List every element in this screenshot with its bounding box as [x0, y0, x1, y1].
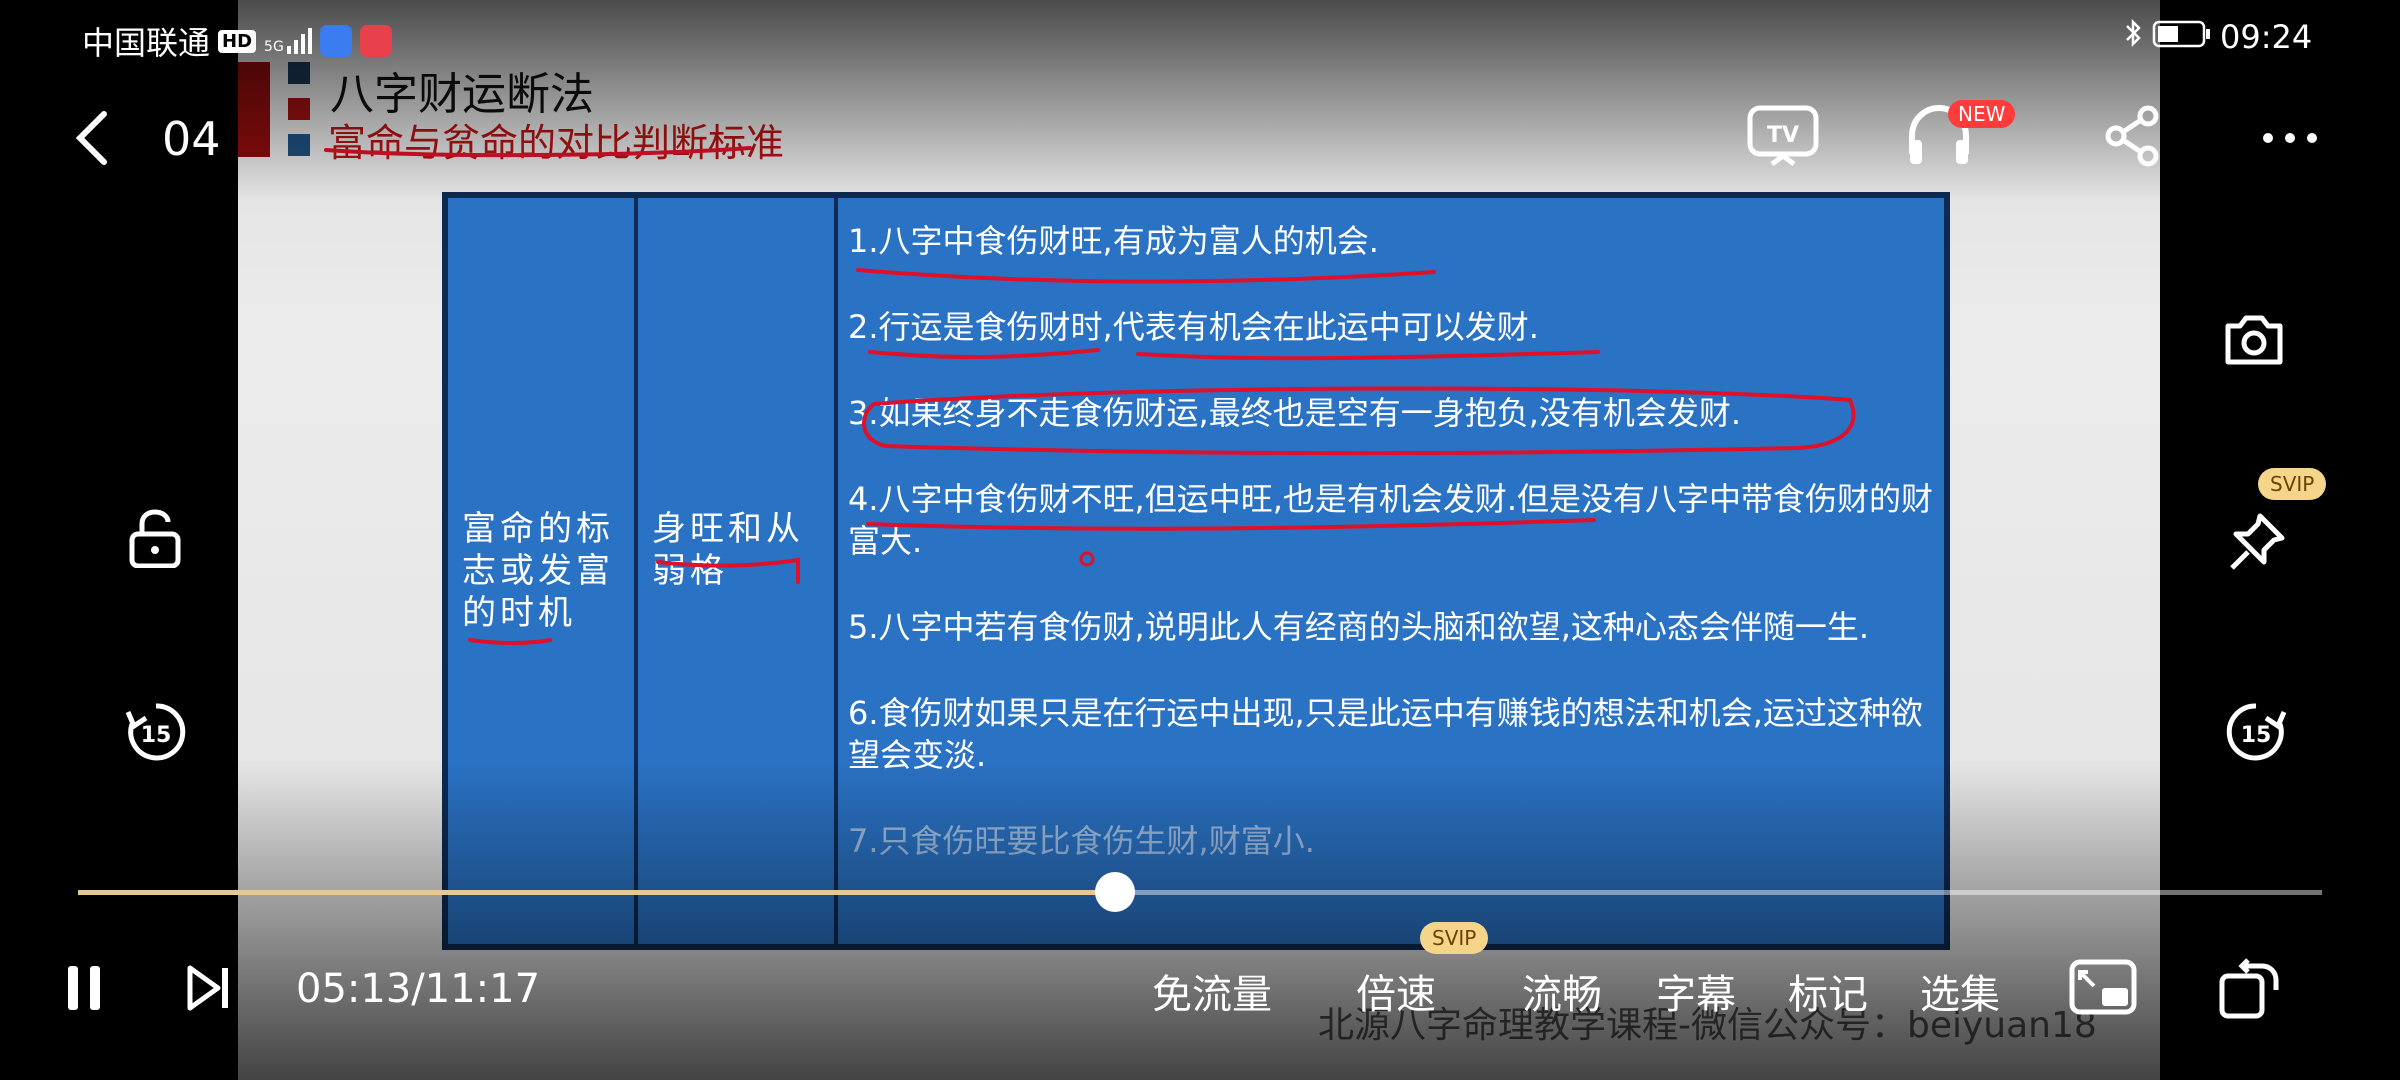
progress-knob[interactable]	[1094, 872, 1135, 912]
next-episode-button[interactable]	[186, 964, 232, 1016]
skip-next-icon	[187, 965, 228, 1011]
status-right: 09:24	[2124, 18, 2312, 56]
table-item: 4.八字中食伤财不旺,但运中旺,也是有机会发财.但是没有八字中带食伤财的财富大.	[848, 480, 1934, 560]
chevron-left-icon	[75, 111, 107, 165]
bluetooth-icon	[2124, 18, 2144, 56]
rewind-15-button[interactable]: 15	[124, 700, 188, 768]
slide-table: 富命的标志或发富的时机 身旺和从弱格 1.八字中食伤财旺,有成为富人的机会. 2…	[442, 192, 1950, 950]
table-item: 2.行运是食伤财时,代表有机会在此运中可以发财.	[848, 308, 1539, 346]
table-item: 5.八字中若有食伤财,说明此人有经商的头脑和欲望,这种心态会伴随一生.	[848, 608, 1870, 646]
menu-bookmark[interactable]: 标记	[1788, 962, 1868, 1020]
menu-subtitles[interactable]: 字幕	[1656, 962, 1736, 1020]
pin-button[interactable]	[2226, 510, 2288, 578]
rotate-screen-button[interactable]	[2218, 956, 2282, 1024]
forward-15-icon: 15	[2226, 703, 2287, 761]
carrier-name: 中国联通	[82, 24, 211, 62]
clock: 09:24	[2220, 18, 2313, 56]
more-dots-icon	[2263, 133, 2317, 143]
status-left: 中国联通 HD 5G	[82, 18, 392, 64]
table-item: 3.如果终身不走食伤财运,最终也是空有一身抱负,没有机会发财.	[848, 394, 1742, 432]
tv-icon: TV	[1747, 105, 1819, 167]
pip-button[interactable]	[2068, 958, 2138, 1024]
table-col-type: 身旺和从弱格	[638, 198, 838, 944]
time-display: 05:13/11:17	[296, 966, 541, 1012]
menu-quality[interactable]: 流畅	[1522, 962, 1602, 1020]
slide-subtitle: 富命与贫命的对比判断标准	[328, 121, 785, 165]
share-button[interactable]	[2104, 104, 2160, 172]
svip-badge-speed: SVIP	[1420, 922, 1489, 954]
alarm-app-icon	[319, 25, 352, 57]
back-button[interactable]	[70, 108, 114, 172]
menu-episodes[interactable]: 选集	[1920, 962, 2000, 1020]
reader-app-icon	[359, 25, 392, 57]
screenshot-button[interactable]	[2222, 312, 2286, 372]
unlock-icon	[129, 509, 181, 569]
camera-icon	[2225, 315, 2283, 365]
table-items: 1.八字中食伤财旺,有成为富人的机会. 2.行运是食伤财时,代表有机会在此运中可…	[848, 220, 1943, 906]
svg-text:15: 15	[141, 723, 172, 748]
menu-speed[interactable]: 倍速	[1356, 962, 1436, 1020]
pause-icon	[68, 966, 100, 1010]
rewind-15-icon: 15	[125, 703, 186, 761]
forward-15-button[interactable]: 15	[2224, 700, 2288, 768]
episode-number: 04	[162, 112, 221, 166]
progress-bar[interactable]	[78, 872, 2322, 912]
picture-in-picture-icon	[2069, 959, 2137, 1015]
rotate-icon	[2219, 958, 2279, 1019]
table-col-category: 富命的标志或发富的时机	[448, 198, 638, 944]
pause-button[interactable]	[64, 964, 104, 1016]
signal-icon: 5G	[264, 28, 312, 54]
menu-data-free[interactable]: 免流量	[1152, 962, 1272, 1020]
more-button[interactable]	[2260, 128, 2320, 152]
pin-icon	[2230, 513, 2285, 570]
svg-text:TV: TV	[1767, 123, 1799, 148]
battery-icon	[2152, 18, 2212, 56]
slide-logo	[238, 62, 318, 157]
table-item: 7.只食伤旺要比食伤生财,财富小.	[848, 822, 1315, 860]
svip-badge: SVIP	[2258, 468, 2327, 500]
video-frame[interactable]: 八字财运断法 富命与贫命的对比判断标准 富命的标志或发富的时机 身旺和从弱格 1…	[238, 0, 2160, 1080]
lock-screen-button[interactable]	[126, 508, 184, 572]
cast-tv-button[interactable]: TV	[1746, 104, 1820, 172]
progress-fill	[78, 890, 1115, 895]
table-item: 6.食伤财如果只是在行运中出现,只是此运中有赚钱的想法和机会,运过这种欲望会变淡…	[848, 694, 1923, 774]
new-badge: NEW	[1948, 100, 2016, 128]
svg-text:15: 15	[2241, 723, 2272, 748]
table-item: 1.八字中食伤财旺,有成为富人的机会.	[848, 222, 1379, 260]
hd-badge: HD	[218, 29, 257, 53]
share-icon	[2105, 105, 2159, 167]
